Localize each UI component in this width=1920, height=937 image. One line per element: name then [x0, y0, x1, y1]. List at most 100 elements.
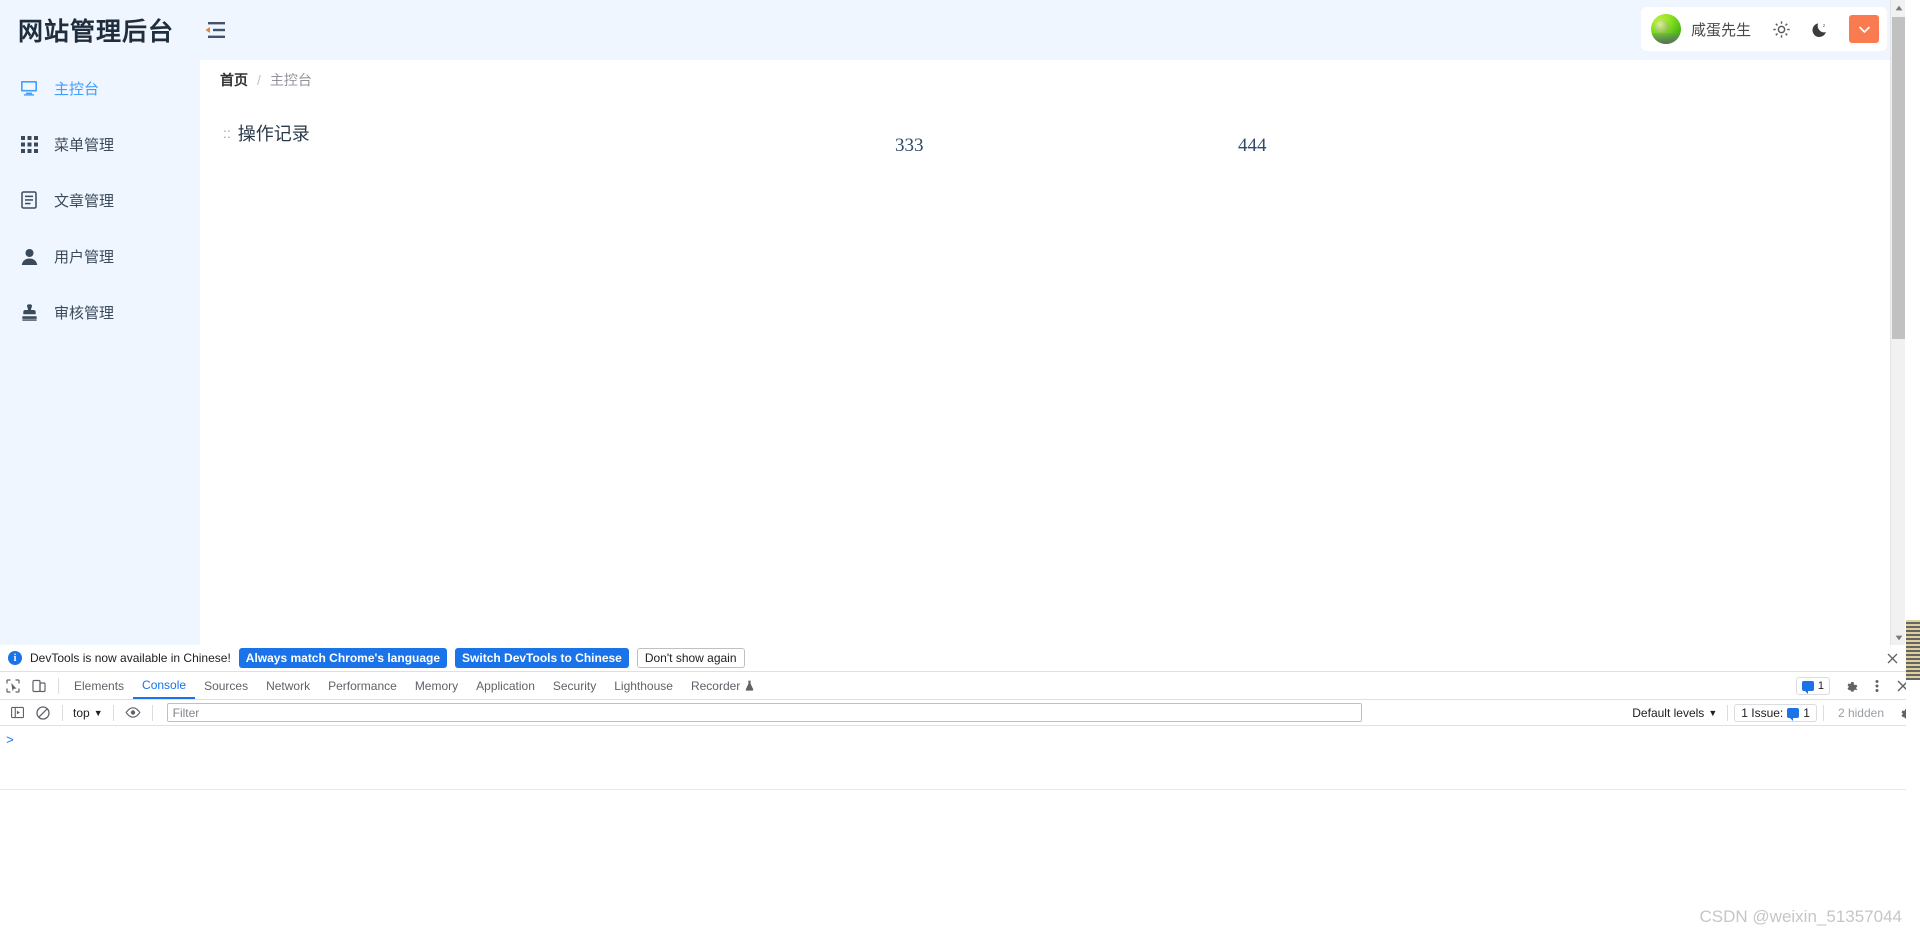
toolbar-divider	[58, 677, 59, 694]
app-header: 网站管理后台 咸蛋先生 z	[0, 0, 1905, 60]
devtools-language-notice: i DevTools is now available in Chinese! …	[0, 645, 1920, 672]
hidden-messages-count: 2 hidden	[1837, 706, 1884, 720]
chevron-down-icon	[1858, 25, 1870, 33]
sidebar-item-label: 文章管理	[54, 192, 115, 210]
tab-lighthouse[interactable]: Lighthouse	[605, 672, 682, 699]
theme-dropdown-button[interactable]	[1849, 15, 1879, 43]
browser-page-viewport: 网站管理后台 咸蛋先生 z 主控台 菜单管理 文章管理 用户管理 审核管理 首页…	[0, 0, 1905, 645]
dashboard-body: :: 操作记录 333 444	[200, 100, 1905, 645]
moon-icon[interactable]: z	[1811, 19, 1831, 39]
tab-recorder-label: Recorder	[690, 678, 741, 693]
message-count-badge[interactable]: 1	[1795, 677, 1830, 695]
sidebar-item-label: 用户管理	[54, 248, 115, 266]
gear-sun-icon[interactable]	[1771, 19, 1791, 39]
devtools-tabbar-actions: 1	[1795, 672, 1920, 700]
live-expression-icon[interactable]	[120, 700, 146, 726]
stat-value-444: 444	[1238, 135, 1267, 156]
sidebar-item-label: 主控台	[54, 80, 100, 98]
grid-icon	[18, 133, 40, 155]
message-count: 1	[1817, 680, 1824, 692]
sidebar-item-article-management[interactable]: 文章管理	[0, 172, 200, 228]
document-icon	[18, 189, 40, 211]
breadcrumb: 首页 / 主控台	[200, 60, 1905, 100]
console-empty-area	[0, 789, 1920, 937]
issues-badge[interactable]: 1 Issue: 1	[1734, 704, 1817, 722]
menu-fold-icon[interactable]	[202, 17, 228, 43]
stat-value-333: 333	[895, 135, 924, 156]
scroll-down-arrow-icon[interactable]	[1891, 630, 1905, 645]
console-filter-input[interactable]	[166, 703, 1362, 722]
chevron-down-icon: ▼	[1708, 708, 1718, 718]
inspect-element-icon[interactable]	[0, 673, 26, 699]
sidebar: 主控台 菜单管理 文章管理 用户管理 审核管理	[0, 60, 200, 645]
toolbar-divider	[112, 704, 114, 721]
main-content: 首页 / 主控台 :: 操作记录 333 444	[200, 60, 1905, 645]
tab-elements[interactable]: Elements	[65, 672, 133, 699]
tab-application[interactable]: Application	[467, 672, 544, 699]
log-levels-select[interactable]: Default levels ▼	[1628, 706, 1721, 720]
kebab-menu-icon[interactable]	[1864, 673, 1890, 699]
toolbar-divider	[151, 704, 153, 721]
switch-to-chinese-button[interactable]: Switch DevTools to Chinese	[455, 648, 629, 668]
header-user-panel: 咸蛋先生 z	[1640, 7, 1887, 51]
breadcrumb-home[interactable]: 首页	[220, 70, 248, 90]
sidebar-item-menu-management[interactable]: 菜单管理	[0, 116, 200, 172]
close-icon[interactable]	[1884, 650, 1900, 666]
always-match-language-button[interactable]: Always match Chrome's language	[238, 648, 448, 668]
drag-dots-icon: ::	[223, 125, 231, 141]
console-output[interactable]: >	[0, 726, 1920, 766]
chevron-down-icon: ▼	[93, 707, 103, 718]
clear-console-icon[interactable]	[30, 700, 56, 726]
speech-bubble-icon	[1787, 708, 1800, 721]
page-scrollbar[interactable]	[1890, 0, 1905, 645]
panel-title-label: 操作记录	[237, 124, 310, 144]
experiment-icon	[745, 680, 754, 691]
scrollbar-thumb[interactable]	[1892, 17, 1905, 339]
breadcrumb-separator: /	[257, 72, 261, 88]
breadcrumb-current: 主控台	[269, 72, 312, 88]
console-prompt-icon: >	[6, 733, 14, 748]
tab-performance[interactable]: Performance	[319, 672, 406, 699]
tab-recorder[interactable]: Recorder	[682, 672, 763, 699]
stamp-icon	[18, 301, 40, 323]
speech-bubble-icon	[1801, 681, 1814, 694]
page-title: 网站管理后台	[18, 18, 175, 46]
tab-network[interactable]: Network	[257, 672, 319, 699]
console-sidebar-icon[interactable]	[4, 700, 30, 726]
tab-security[interactable]: Security	[544, 672, 605, 699]
sidebar-item-label: 审核管理	[54, 304, 115, 322]
toolbar-divider	[1727, 705, 1729, 721]
avatar[interactable]	[1650, 14, 1681, 44]
tab-sources[interactable]: Sources	[195, 672, 257, 699]
toolbar-divider	[1822, 705, 1824, 721]
sidebar-item-label: 菜单管理	[54, 136, 115, 154]
levels-label: Default levels	[1632, 706, 1705, 720]
execution-context-select[interactable]: top ▼	[69, 704, 107, 722]
context-label: top	[73, 705, 90, 720]
username-label: 咸蛋先生	[1690, 21, 1751, 39]
notice-text: DevTools is now available in Chinese!	[30, 651, 231, 665]
console-toolbar-right: Default levels ▼ 1 Issue: 1 2 hidden	[1628, 700, 1918, 726]
devtools-tab-bar: Elements Console Sources Network Perform…	[0, 672, 1920, 700]
sidebar-item-dashboard[interactable]: 主控台	[0, 60, 200, 116]
dont-show-again-button[interactable]: Don't show again	[636, 648, 745, 668]
devtools-panel: i DevTools is now available in Chinese! …	[0, 645, 1920, 937]
sidebar-item-user-management[interactable]: 用户管理	[0, 228, 200, 284]
devtools-right-edge	[1906, 645, 1920, 937]
watermark: CSDN @weixin_51357044	[1699, 907, 1902, 926]
console-toolbar: top ▼ Default levels ▼ 1 Issue: 1 2 h	[0, 700, 1920, 726]
issues-count: 1	[1803, 706, 1810, 720]
device-toolbar-icon[interactable]	[26, 673, 52, 699]
monitor-icon	[18, 77, 40, 99]
scroll-up-arrow-icon[interactable]	[1891, 0, 1905, 15]
sidebar-item-audit-management[interactable]: 审核管理	[0, 284, 200, 340]
operation-log-title: :: 操作记录	[223, 120, 310, 146]
tab-memory[interactable]: Memory	[406, 672, 467, 699]
info-icon: i	[8, 651, 22, 665]
toolbar-divider	[62, 704, 63, 721]
issues-label: 1 Issue:	[1741, 706, 1784, 720]
gear-icon[interactable]	[1838, 673, 1864, 699]
user-icon	[18, 245, 40, 267]
tab-console[interactable]: Console	[133, 672, 196, 699]
scrollbar-edge-artifact	[1906, 620, 1920, 680]
